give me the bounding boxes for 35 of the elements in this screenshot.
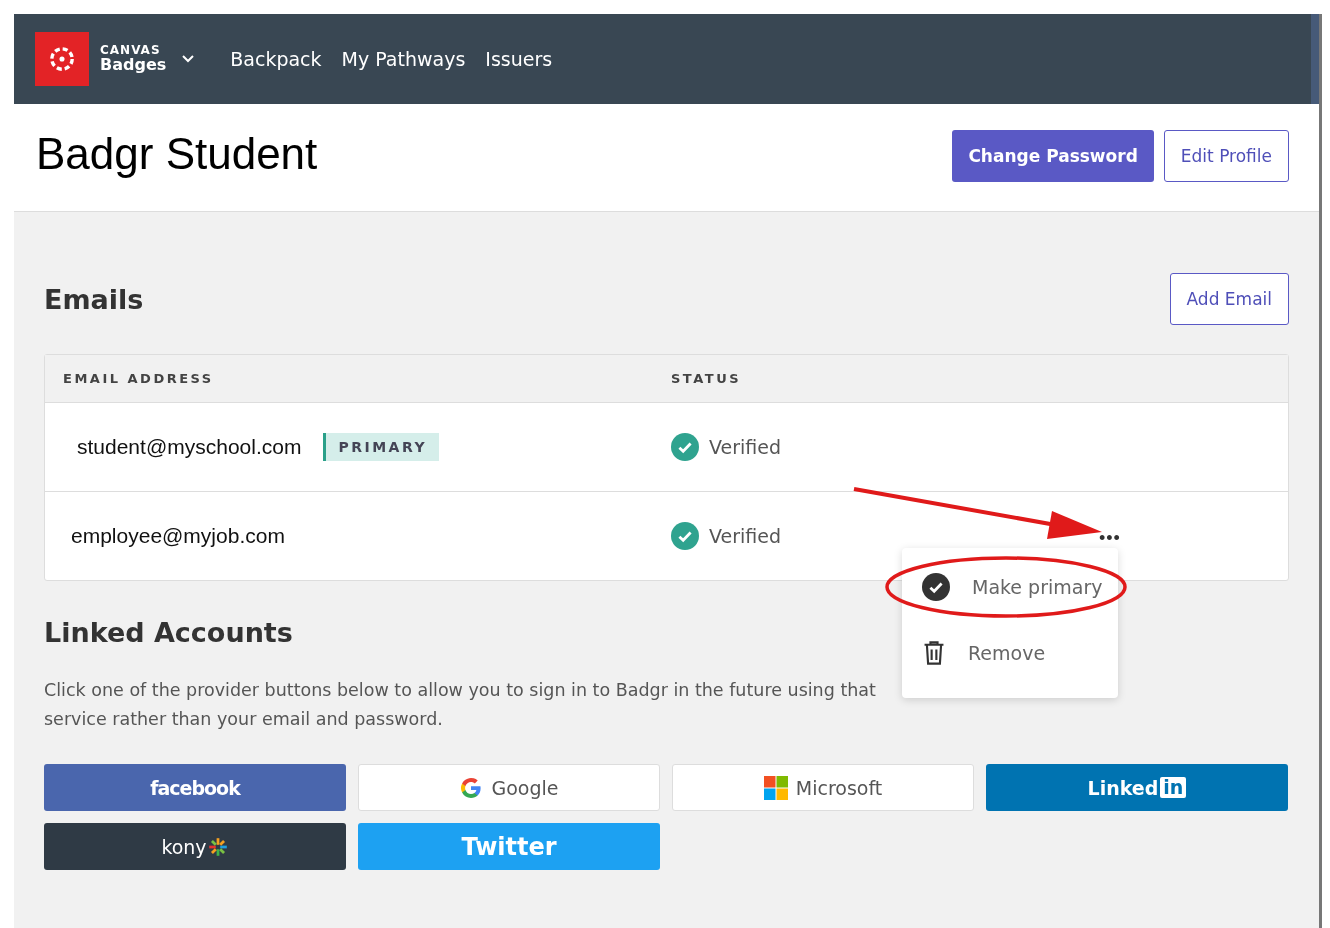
google-sign-in-button[interactable]: Google [358,764,660,811]
verified-check-icon [671,433,699,461]
edit-profile-button[interactable]: Edit Profile [1163,129,1289,182]
email-address: employee@myjob.com [70,524,285,548]
verified-check-icon [671,522,699,550]
column-header: EMAIL ADDRESS [62,371,215,386]
microsoft-sign-in-button[interactable]: Microsoft [672,764,974,811]
facebook-sign-in-button[interactable]: facebook [44,764,346,811]
email-address: student@myschool.com [76,435,302,459]
primary-tag: PRIMARY [323,433,440,461]
trash-icon [922,640,946,666]
nav-link[interactable]: Issuers [485,48,553,70]
linkedin-sign-in-button[interactable]: Linked in [986,764,1288,811]
check-circle-icon [922,573,950,601]
nav-link[interactable]: Backpack [230,48,322,70]
more-options-button[interactable]: ••• [1099,527,1121,549]
section-title: Linked Accounts [44,617,294,648]
kony-sign-in-button[interactable]: kony [44,823,346,870]
brand-name: Badges [100,56,167,74]
description-text: Click one of the provider buttons below to allow you to sign in to Badgr in the future using that service rather than your email and password. [44,679,877,731]
change-password-button[interactable]: Change Password [952,129,1154,182]
section-title: Emails [44,283,144,315]
chevron-down-icon[interactable] [182,55,195,63]
add-email-button[interactable]: Add Email [1169,273,1289,325]
status-text: Verified [709,525,782,547]
column-header: STATUS [671,371,743,386]
brand-name: CANVAS [100,44,162,57]
menu-item[interactable]: Remove [902,620,1118,686]
canvas-logo-icon[interactable] [35,32,89,86]
kony-star-icon [206,835,229,858]
nav-link[interactable]: My Pathways [341,48,466,70]
google-logo-icon [459,775,484,800]
microsoft-logo-icon [763,775,788,800]
status-text: Verified [709,436,782,458]
page-title: Badgr Student [36,128,318,179]
